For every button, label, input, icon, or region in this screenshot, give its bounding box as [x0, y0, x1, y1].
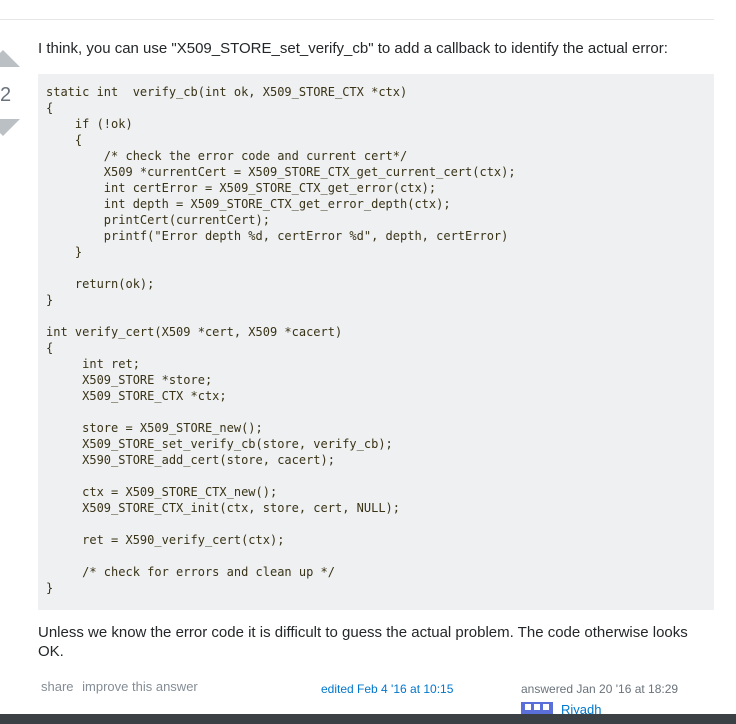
vote-count: 2 — [0, 84, 12, 106]
code-line: static int verify_cb(int ok, X509_STORE_… — [46, 85, 408, 99]
code-line: { — [46, 341, 54, 355]
code-line: { — [46, 101, 54, 115]
vote-up-arrow-icon[interactable] — [0, 50, 20, 67]
improve-answer-link[interactable]: improve this answer — [82, 679, 198, 694]
code-line: int ret; — [46, 357, 140, 371]
code-line: { — [46, 133, 83, 147]
code-line: int depth = X509_STORE_CTX_get_error_dep… — [46, 197, 451, 211]
code-line: } — [46, 293, 54, 307]
vote-cell: 2 — [0, 0, 30, 140]
code-line: ret = X590_verify_cert(ctx); — [46, 533, 285, 547]
user-avatar[interactable] — [521, 700, 553, 714]
answer-intro-text: I think, you can use "X509_STORE_set_ver… — [38, 40, 668, 57]
code-line: X509_STORE_CTX_init(ctx, store, cert, NU… — [46, 501, 401, 515]
top-divider — [0, 19, 714, 20]
vote-down-arrow-icon[interactable] — [0, 119, 20, 136]
bottom-bar — [0, 714, 736, 724]
code-line: int certError = X509_STORE_CTX_get_error… — [46, 181, 437, 195]
code-line: store = X509_STORE_new(); — [46, 421, 263, 435]
code-line: X590_STORE_add_cert(store, cacert); — [46, 453, 335, 467]
code-line: X509_STORE_set_verify_cb(store, verify_c… — [46, 437, 393, 451]
edited-timestamp-link[interactable]: edited Feb 4 '16 at 10:15 — [321, 682, 453, 696]
code-line: X509 *currentCert = X509_STORE_CTX_get_c… — [46, 165, 516, 179]
code-line: /* check for errors and clean up */ — [46, 565, 335, 579]
code-line: X509_STORE_CTX *ctx; — [46, 389, 227, 403]
code-line: int verify_cert(X509 *cert, X509 *cacert… — [46, 325, 343, 339]
answer-conclusion-text: Unless we know the error code it is diff… — [38, 624, 688, 660]
code-line: return(ok); — [46, 277, 155, 291]
code-line: } — [46, 581, 54, 595]
code-line: /* check the error code and current cert… — [46, 149, 408, 163]
code-line: ctx = X509_STORE_CTX_new(); — [46, 485, 278, 499]
code-line: printf("Error depth %d, certError %d", d… — [46, 229, 509, 243]
code-line: printCert(currentCert); — [46, 213, 270, 227]
answered-timestamp: answered Jan 20 '16 at 18:29 — [521, 682, 679, 696]
post-menu: share improve this answer — [41, 679, 203, 694]
code-block: static int verify_cb(int ok, X509_STORE_… — [38, 74, 714, 610]
code-line: if (!ok) — [46, 117, 133, 131]
answer-body: I think, you can use "X509_STORE_set_ver… — [38, 38, 714, 660]
code-line: } — [46, 245, 83, 259]
code-line: X509_STORE *store; — [46, 373, 213, 387]
share-link[interactable]: share — [41, 679, 74, 694]
